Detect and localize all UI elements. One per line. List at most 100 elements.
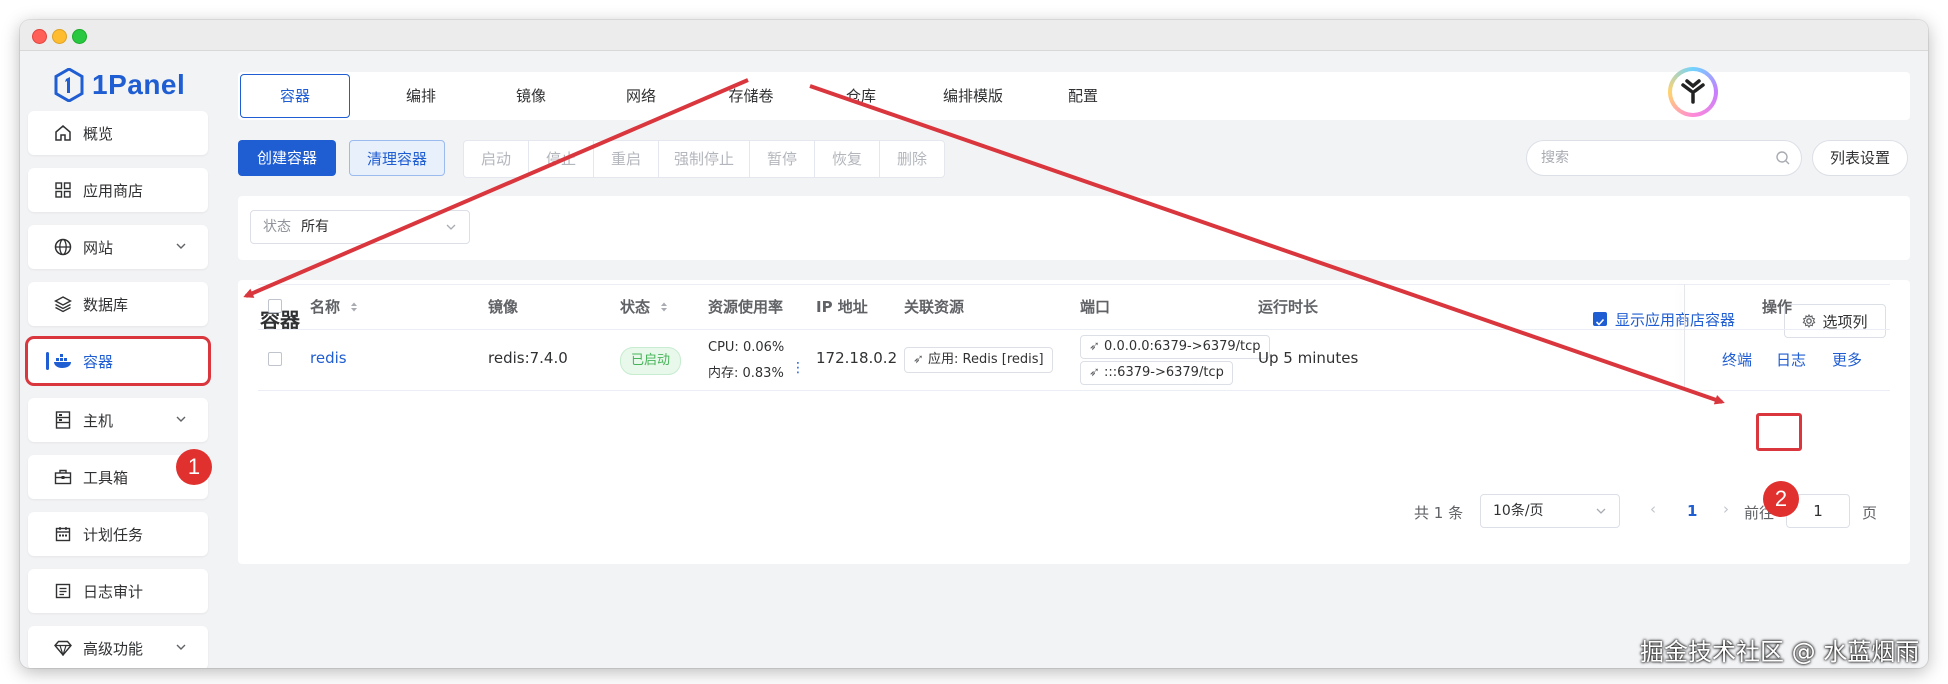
arrow-icon: ➶ [913,352,924,367]
sidebar-item-database[interactable]: 数据库 [28,282,208,326]
sidebar-item-website[interactable]: 网站 [28,225,208,269]
search-placeholder: 搜索 [1541,150,1569,166]
restart-button[interactable]: 重启 [594,141,659,177]
user-avatar[interactable] [1668,67,1718,117]
resume-button[interactable]: 恢复 [815,141,880,177]
header-status[interactable]: 状态 [620,285,669,329]
header-ops: 操作 [1762,298,1793,316]
tab-compose-template[interactable]: 编排模版 [918,72,1028,120]
tab-registry[interactable]: 仓库 [806,72,916,120]
header-related: 关联资源 [904,298,965,316]
status-filter-select[interactable]: 状态 所有 [250,210,470,244]
container-icon [53,351,73,371]
header-uptime: 运行时长 [1258,298,1319,316]
tab-config[interactable]: 配置 [1028,72,1138,120]
tab-container[interactable]: 容器 [240,74,350,118]
cpu-usage: CPU: 0.06% [708,340,785,355]
port-label: 0.0.0.0:6379->6379/tcp [1104,339,1261,354]
grid-icon [53,180,73,200]
sidebar: 1Panel 概览 应用商店 网站 数据库 容器 主机 工具箱 计划任务 日志审… [20,51,215,668]
globe-icon [53,237,73,257]
next-page-button[interactable]: › [1723,500,1729,518]
memory-usage: 内存: 0.83% [708,366,784,381]
terminal-button[interactable]: 终端 [1722,349,1752,370]
clean-container-button[interactable]: 清理容器 [349,140,445,176]
sidebar-item-app-store[interactable]: 应用商店 [28,168,208,212]
log-button[interactable]: 日志 [1776,349,1806,370]
force-stop-button[interactable]: 强制停止 [659,141,750,177]
start-button[interactable]: 启动 [464,141,529,177]
active-indicator [46,352,49,370]
sidebar-item-cron[interactable]: 计划任务 [28,512,208,556]
sidebar-item-advanced[interactable]: 高级功能 [28,626,208,668]
status-filter-label: 状态 [263,219,291,235]
close-window-button[interactable] [32,29,47,44]
row-checkbox[interactable] [268,352,282,366]
sidebar-item-label: 容器 [83,352,114,371]
log-button-highlight [1756,413,1802,451]
tab-network[interactable]: 网络 [586,72,696,120]
pagination-total: 共 1 条 [1414,504,1464,522]
page-size-select[interactable]: 10条/页 [1480,494,1620,528]
more-button[interactable]: 更多 [1832,349,1862,370]
annotation-marker-1: 1 [176,449,212,485]
prev-page-button[interactable]: ‹ [1650,500,1656,518]
sort-icon [351,302,358,312]
minimize-window-button[interactable] [52,29,67,44]
delete-button[interactable]: 删除 [880,141,944,177]
sidebar-item-host[interactable]: 主机 [28,398,208,442]
chevron-down-icon [176,243,186,249]
header-usage: 资源使用率 [708,298,784,316]
list-settings-button[interactable]: 列表设置 [1812,140,1908,176]
chevron-down-icon [1596,508,1606,514]
header-status-label: 状态 [620,298,651,316]
logo-icon [54,68,84,102]
sidebar-item-container[interactable]: 容器 [25,336,211,386]
sidebar-item-log-audit[interactable]: 日志审计 [28,569,208,613]
server-icon [53,410,73,430]
related-resource-tag[interactable]: ➶ 应用: Redis [redis] [904,347,1053,373]
create-container-button[interactable]: 创建容器 [238,140,336,176]
status-badge: 已启动 [620,347,682,375]
sidebar-item-label: 日志审计 [83,582,144,601]
layers-icon [53,294,73,314]
tab-image[interactable]: 镜像 [476,72,586,120]
port-label: :::6379->6379/tcp [1104,365,1224,380]
sidebar-item-label: 网站 [83,238,114,257]
document-icon [53,581,73,601]
port-tag[interactable]: ➶ 0.0.0.0:6379->6379/tcp [1080,335,1270,359]
maximize-window-button[interactable] [72,29,87,44]
tab-compose[interactable]: 编排 [366,72,476,120]
header-image: 镜像 [488,298,519,316]
header-name[interactable]: 名称 [310,285,359,329]
port-tag[interactable]: ➶ :::6379->6379/tcp [1080,361,1233,385]
title-bar [20,20,1928,51]
search-input[interactable]: 搜索 [1526,140,1802,176]
container-name-link[interactable]: redis [310,349,347,367]
header-ports: 端口 [1080,298,1111,316]
usage-more-icon[interactable]: ⋮ [791,360,805,376]
current-page[interactable]: 1 [1687,502,1697,520]
stop-button[interactable]: 停止 [529,141,594,177]
tab-volume[interactable]: 存储卷 [696,72,806,120]
container-list-card: 容器 显示应用商店容器 选项列 名称 镜像 状态 资源使用率 IP 地址 关联资… [238,280,1910,564]
container-ip: 172.18.0.2 [816,349,898,367]
diamond-icon [53,638,73,658]
header-name-label: 名称 [310,298,341,316]
sidebar-item-label: 计划任务 [83,525,144,544]
app-logo[interactable]: 1Panel [54,65,185,105]
sort-icon [661,302,668,312]
sidebar-item-label: 高级功能 [83,639,144,658]
select-all-checkbox[interactable] [268,299,282,313]
sidebar-item-overview[interactable]: 概览 [28,111,208,155]
sidebar-item-label: 主机 [83,411,114,430]
table-row: redis redis:7.4.0 已启动 CPU: 0.06% 内存: 0.8… [258,328,1890,391]
sidebar-item-label: 工具箱 [83,468,129,487]
search-icon [1776,151,1790,165]
related-resource-label: 应用: Redis [redis] [928,352,1044,367]
pause-button[interactable]: 暂停 [750,141,815,177]
page-size-value: 10条/页 [1493,503,1544,519]
header-ip: IP 地址 [816,298,868,316]
page-suffix: 页 [1862,504,1878,522]
calendar-icon [53,524,73,544]
